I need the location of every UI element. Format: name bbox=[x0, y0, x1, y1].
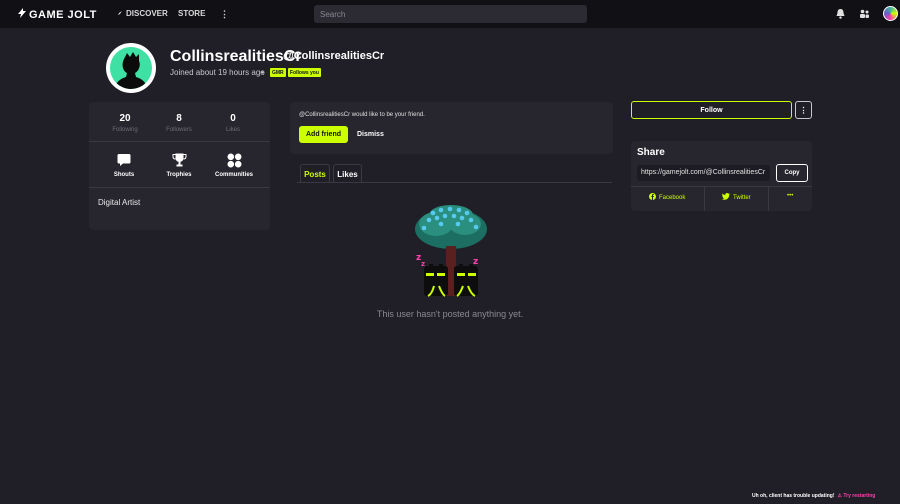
bell-icon[interactable] bbox=[834, 8, 846, 20]
search-placeholder: Search bbox=[320, 10, 346, 19]
share-divider bbox=[631, 186, 812, 187]
share-twitter-link[interactable]: Twitter bbox=[722, 193, 751, 202]
more-icon: ••• bbox=[787, 193, 794, 199]
trophy-icon bbox=[149, 153, 209, 169]
profile-bio: Digital Artist bbox=[98, 198, 141, 207]
stat-following[interactable]: 20 Following bbox=[95, 113, 155, 133]
stat-followers-label: Followers bbox=[166, 127, 192, 133]
compass-icon bbox=[117, 9, 123, 18]
nav-discover[interactable]: DISCOVER bbox=[117, 9, 168, 18]
search-input[interactable]: Search bbox=[314, 5, 587, 23]
friends-icon[interactable] bbox=[858, 8, 870, 20]
quick-link-trophies[interactable]: Trophies bbox=[149, 153, 209, 178]
sleeping-tree-illustration: z z z bbox=[415, 205, 487, 297]
quick-link-shouts[interactable]: Shouts bbox=[94, 153, 154, 178]
stat-likes-value: 0 bbox=[230, 113, 236, 124]
gmr-badge: GMR bbox=[270, 68, 286, 77]
quick-link-communities[interactable]: Communities bbox=[204, 153, 264, 178]
twitter-icon bbox=[722, 193, 730, 202]
stat-followers[interactable]: 8 Followers bbox=[149, 113, 209, 133]
nav-store[interactable]: STORE bbox=[178, 9, 205, 18]
top-navigation-bar: GAME JOLT DISCOVER STORE ⋮ Search bbox=[0, 0, 900, 28]
try-restarting-link[interactable]: ⚠ Try restarting bbox=[838, 493, 876, 499]
share-facebook-link[interactable]: Facebook bbox=[649, 193, 685, 202]
quick-link-communities-label: Communities bbox=[214, 172, 253, 178]
try-restarting-label: Try restarting bbox=[843, 493, 876, 499]
share-facebook-label: Facebook bbox=[659, 194, 686, 201]
share-twitter-label: Twitter bbox=[733, 194, 751, 201]
tab-posts[interactable]: Posts bbox=[300, 164, 330, 183]
dismiss-button[interactable]: Dismiss bbox=[357, 131, 384, 138]
warning-icon: ⚠ bbox=[837, 493, 842, 499]
bolt-icon bbox=[18, 8, 26, 21]
share-title: Share bbox=[637, 147, 665, 158]
toast-message: Uh oh, client has trouble updating! bbox=[752, 493, 835, 499]
profile-username: @CollinsrealitiesCr bbox=[283, 50, 385, 62]
game-jolt-logo[interactable]: GAME JOLT bbox=[18, 8, 97, 21]
share-links-divider-1 bbox=[704, 187, 705, 211]
follow-button[interactable]: Follow bbox=[631, 101, 792, 119]
joined-date: Joined about 19 hours ago bbox=[170, 68, 265, 77]
more-options-button[interactable]: ⋮ bbox=[795, 101, 812, 119]
add-friend-button[interactable]: Add friend bbox=[299, 126, 348, 143]
stats-divider bbox=[89, 141, 270, 142]
svg-text:z: z bbox=[421, 260, 425, 268]
avatar-silhouette-icon bbox=[114, 52, 148, 89]
chat-bubble-icon bbox=[94, 153, 154, 169]
share-more-link[interactable]: ••• bbox=[787, 193, 793, 199]
copy-button[interactable]: Copy bbox=[776, 164, 808, 182]
nav-more-icon[interactable]: ⋮ bbox=[220, 9, 229, 20]
quick-links-divider bbox=[89, 187, 270, 188]
stat-following-label: Following bbox=[112, 127, 138, 133]
nav-discover-label: DISCOVER bbox=[126, 9, 168, 18]
svg-text:z: z bbox=[473, 257, 478, 267]
separator-dot: • bbox=[261, 68, 264, 77]
share-links-divider-2 bbox=[768, 187, 769, 211]
logo-text: GAME JOLT bbox=[29, 8, 97, 21]
stat-followers-value: 8 bbox=[176, 113, 182, 124]
communities-icon bbox=[204, 153, 264, 169]
stat-likes-label: Likes bbox=[225, 127, 240, 133]
tabs-underline bbox=[297, 182, 612, 183]
quick-link-trophies-label: Trophies bbox=[166, 172, 192, 178]
profile-display-name: CollinsrealitiesCr bbox=[170, 48, 302, 65]
stat-following-value: 20 bbox=[119, 113, 131, 124]
nav-store-label: STORE bbox=[178, 9, 206, 18]
tab-likes[interactable]: Likes bbox=[333, 164, 362, 183]
friend-request-text: @CollinsrealitiesCr would like to be you… bbox=[299, 112, 425, 118]
profile-avatar bbox=[106, 43, 156, 93]
quick-link-shouts-label: Shouts bbox=[113, 172, 135, 178]
update-error-toast: Uh oh, client has trouble updating! ⚠ Tr… bbox=[752, 493, 875, 499]
user-avatar[interactable] bbox=[883, 6, 898, 21]
stat-likes[interactable]: 0 Likes bbox=[203, 113, 263, 133]
empty-posts-message: This user hasn't posted anything yet. bbox=[376, 309, 524, 319]
share-url-field[interactable]: https://gamejolt.com/@CollinsrealitiesCr bbox=[637, 165, 770, 181]
follows-you-badge: Follows you bbox=[288, 68, 321, 77]
facebook-icon bbox=[649, 193, 656, 202]
